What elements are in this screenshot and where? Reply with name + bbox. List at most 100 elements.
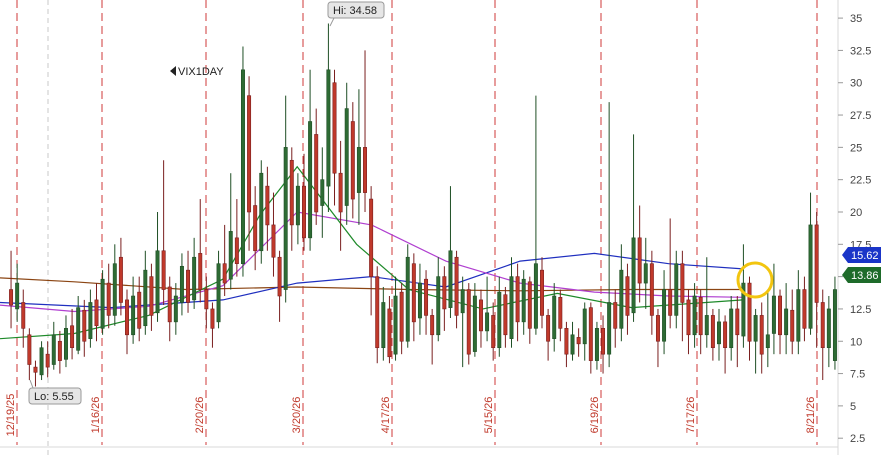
candle-body: [234, 237, 239, 264]
candle-body: [186, 269, 191, 303]
candle-body: [686, 299, 691, 336]
candle-body: [253, 205, 258, 252]
candle-body: [576, 337, 581, 345]
candle-body: [674, 263, 679, 316]
y-tick-label: 7.5: [850, 369, 865, 381]
candle-body: [540, 269, 544, 316]
candle-body: [680, 263, 685, 303]
candle-body: [515, 276, 520, 323]
candle-body: [88, 302, 93, 339]
date-tick-label: 6/19/26: [589, 397, 601, 434]
date-tick-label: 1/16/26: [90, 397, 102, 434]
candle-body: [228, 231, 233, 280]
y-tick-label: 27.5: [850, 110, 871, 122]
candle-body: [643, 263, 648, 284]
date-tick-label: 3/20/26: [291, 397, 303, 434]
candle-body: [723, 321, 728, 349]
candle-body: [289, 159, 294, 226]
candle-body: [283, 147, 288, 290]
candle-body: [564, 328, 569, 355]
candle-body: [826, 308, 831, 349]
candle-body: [472, 295, 477, 352]
candle-body: [259, 172, 264, 252]
candle-body: [399, 291, 404, 342]
candle-body: [424, 278, 429, 316]
candle-body: [717, 321, 721, 345]
candle-body: [436, 276, 441, 336]
last-price-tag-pointer: [842, 247, 848, 263]
hi-callout-label: Hi: 34.58: [333, 5, 377, 17]
candle-body: [15, 282, 20, 310]
candle-body: [167, 286, 172, 323]
candle-body: [338, 172, 343, 213]
y-tick-label: 32.5: [850, 45, 871, 57]
candle-body: [216, 263, 221, 323]
candle-body: [63, 328, 68, 360]
y-tick-label: 2.5: [850, 433, 865, 445]
candle-body: [778, 295, 783, 336]
candle-body: [57, 340, 62, 361]
candle-body: [45, 353, 50, 368]
candle-body: [9, 289, 14, 306]
candle-body: [179, 265, 184, 303]
candle-body: [570, 334, 575, 355]
date-tick-label: 2/20/26: [194, 397, 206, 434]
candle-body: [131, 295, 136, 336]
candle-body: [466, 289, 471, 355]
candle-body: [747, 282, 752, 342]
candle-body: [39, 347, 44, 376]
candle-body: [137, 291, 142, 329]
date-tick-label: 7/17/26: [685, 397, 697, 434]
candle-body: [832, 289, 837, 361]
candle-body: [100, 278, 105, 329]
candle-body: [704, 315, 709, 336]
candle-body: [710, 315, 715, 349]
y-tick-label: 5: [850, 401, 856, 413]
candle-body: [143, 269, 148, 327]
candle-body: [460, 289, 465, 314]
date-tick-label: 4/17/26: [380, 397, 392, 434]
y-tick-label: 10: [850, 336, 862, 348]
candle-body: [582, 308, 587, 345]
candle-body: [411, 263, 416, 323]
candle-body: [112, 263, 117, 316]
candle-body: [735, 308, 740, 336]
candle-body: [332, 82, 337, 174]
candle-body: [76, 307, 81, 351]
date-tick-label: 12/19/25: [5, 394, 17, 437]
symbol-label: VIX1DAY: [178, 66, 224, 78]
candle-body: [155, 250, 160, 314]
stock-chart: 12/19/25 1/16/26 2/20/26 3/20/26 4/17/26 5/15…: [0, 0, 881, 455]
last-price-tag-label: 15.62: [851, 250, 879, 262]
candle-body: [655, 315, 660, 342]
candle-body: [320, 179, 325, 206]
lo-callout-pointer: [29, 379, 34, 389]
last-price-tag-pointer: [842, 267, 848, 283]
candle-body: [363, 147, 368, 193]
date-tick-label: 5/15/26: [483, 397, 495, 434]
candle-body: [33, 366, 38, 373]
candle-body: [753, 315, 758, 342]
date-tick-label: 8/21/26: [805, 397, 817, 434]
candle-body: [118, 256, 123, 303]
candle-body: [527, 281, 532, 329]
candle-body: [70, 325, 75, 349]
candle-body: [192, 256, 197, 301]
candle-body: [491, 315, 496, 349]
candle-body: [417, 282, 422, 319]
candle-body: [497, 291, 502, 349]
y-tick-label: 22.5: [850, 175, 871, 187]
last-price-tag-label: 13.86: [851, 270, 879, 282]
candle-body: [552, 295, 557, 339]
candle-body: [649, 263, 654, 316]
symbol-marker-icon: [170, 66, 176, 76]
candle-body: [601, 328, 606, 355]
candle-body: [265, 185, 270, 226]
candle-body: [631, 237, 636, 314]
candle-body: [387, 308, 392, 358]
candle-body: [27, 334, 32, 365]
candle-body: [485, 312, 490, 332]
candle-body: [442, 276, 447, 310]
candle-body: [692, 295, 697, 336]
candle-body: [802, 289, 807, 329]
